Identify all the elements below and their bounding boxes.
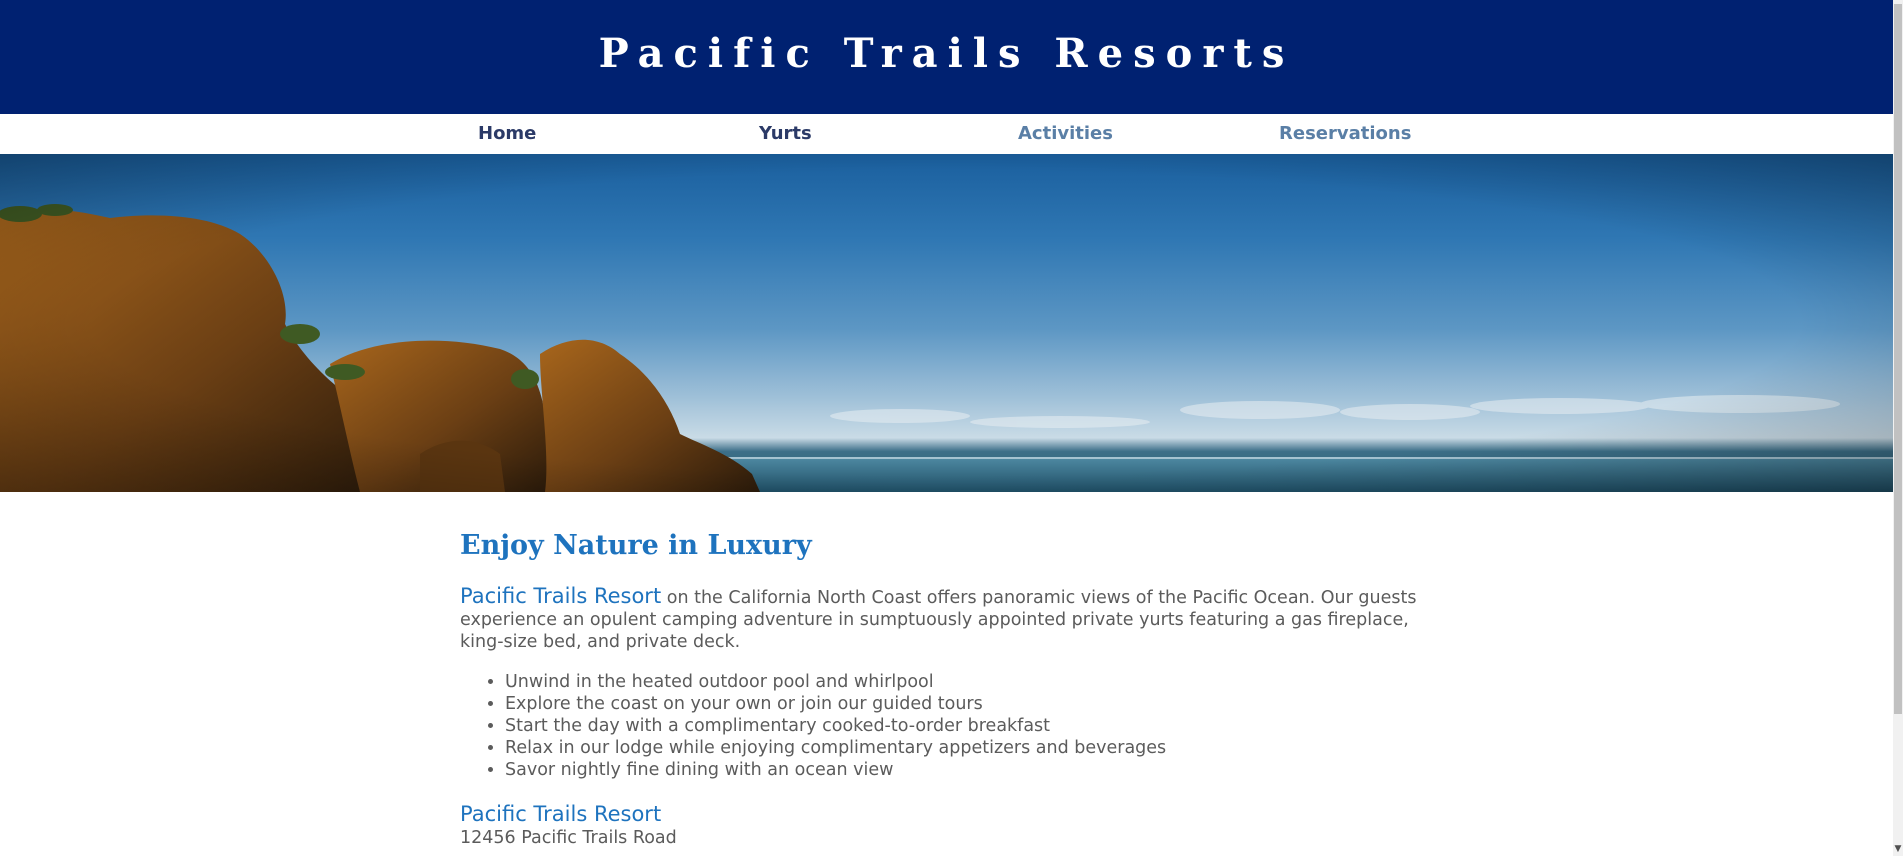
scroll-down-arrow-icon[interactable]: ▼ (1893, 842, 1903, 856)
list-item: Relax in our lodge while enjoying compli… (505, 737, 1420, 759)
site-title: Pacific Trails Resorts (598, 30, 1295, 77)
list-item: Savor nightly fine dining with an ocean … (505, 759, 1420, 781)
contact-name: Pacific Trails Resort (460, 802, 662, 826)
page-scrollbar[interactable]: ▼ (1893, 0, 1903, 856)
intro-paragraph: Pacific Trails Resort on the California … (460, 585, 1420, 653)
nav-link-home[interactable]: Home (478, 123, 536, 144)
hero-banner (0, 154, 1893, 492)
nav-link-yurts[interactable]: Yurts (759, 123, 812, 144)
list-item: Unwind in the heated outdoor pool and wh… (505, 671, 1420, 693)
main-content: Enjoy Nature in Luxury Pacific Trails Re… (460, 530, 1420, 849)
list-item: Start the day with a complimentary cooke… (505, 715, 1420, 737)
site-header: Pacific Trails Resorts (0, 0, 1893, 114)
page-heading: Enjoy Nature in Luxury (460, 530, 812, 561)
amenities-list: Unwind in the heated outdoor pool and wh… (460, 671, 1420, 781)
intro-brand-name: Pacific Trails Resort (460, 584, 662, 608)
nav-link-reservations[interactable]: Reservations (1279, 123, 1411, 144)
main-nav: Home Yurts Activities Reservations (0, 114, 1893, 154)
ocean-coast-banner-image (0, 154, 1893, 492)
list-item: Explore the coast on your own or join ou… (505, 693, 1420, 715)
scrollbar-thumb[interactable] (1894, 4, 1902, 714)
nav-link-activities[interactable]: Activities (1018, 123, 1113, 144)
contact-address: 12456 Pacific Trails Road (460, 828, 677, 848)
